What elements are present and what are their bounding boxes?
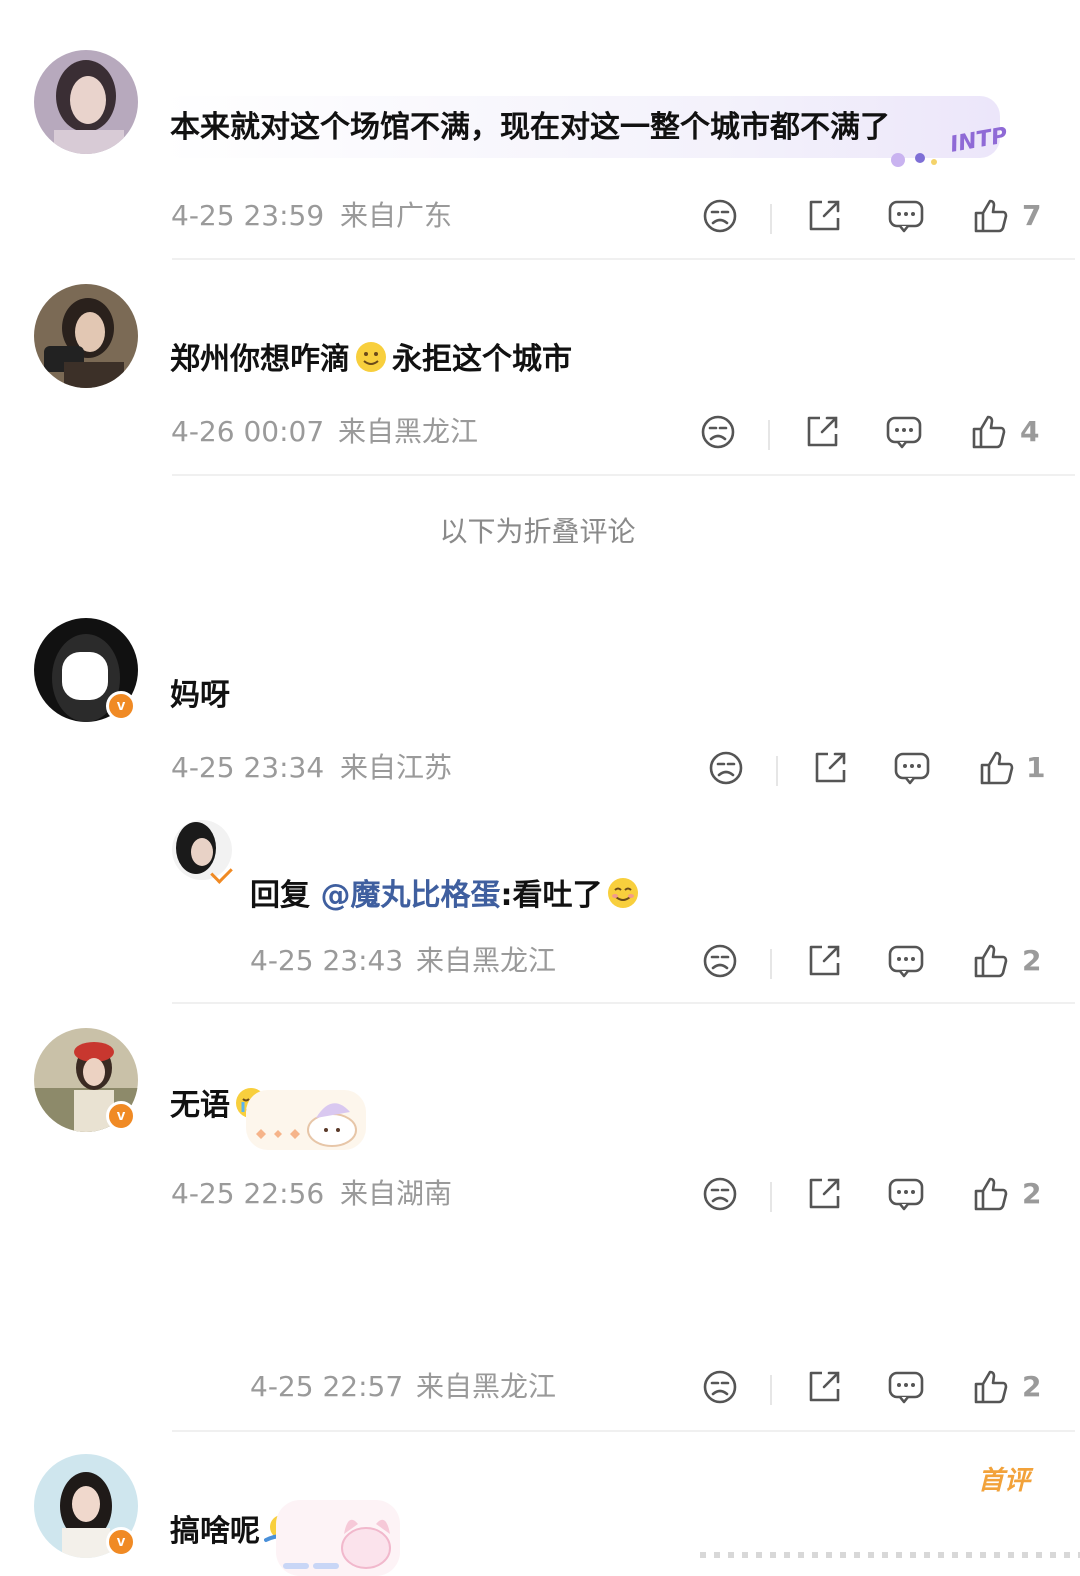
- action-bar: 4: [698, 412, 1043, 456]
- comment-time: 4-26 00:07: [171, 415, 325, 448]
- mention-link[interactable]: @魔丸比格蛋: [320, 878, 500, 913]
- like-icon[interactable]: [968, 412, 1008, 452]
- comment-location: 来自广东: [340, 199, 453, 232]
- separator: [770, 949, 772, 979]
- reply-location: 来自黑龙江: [416, 944, 557, 977]
- comment-time: 4-25 23:34: [171, 751, 325, 784]
- like-icon[interactable]: [970, 941, 1010, 981]
- comment-text: 妈呀: [170, 678, 230, 713]
- share-icon[interactable]: [804, 1367, 844, 1407]
- comment-icon[interactable]: [886, 1174, 926, 1214]
- comment-icon[interactable]: [886, 196, 926, 236]
- share-icon[interactable]: [804, 196, 844, 236]
- reply-time: 4-25 22:57: [250, 1370, 404, 1403]
- dislike-icon[interactable]: [700, 1367, 740, 1407]
- comment-text-part: 搞啥呢: [170, 1514, 260, 1549]
- smile-emoji-icon: [356, 342, 386, 372]
- comment-text: 郑州你想咋滴 永拒这个城市: [170, 340, 572, 380]
- cartoon-sticker-icon: [246, 1090, 366, 1150]
- first-comment-badge: 首评: [978, 1466, 1031, 1496]
- action-bar: 2: [700, 941, 1045, 985]
- like-count: 2: [1022, 1177, 1042, 1210]
- avatar[interactable]: [34, 50, 138, 154]
- separator: [770, 1375, 772, 1405]
- reply-body: :看吐了: [500, 878, 603, 913]
- comment-text-part: 无语: [170, 1088, 230, 1123]
- comment-location: 来自湖南: [340, 1177, 453, 1210]
- bottom-bar: [700, 1552, 1080, 1558]
- comment-icon[interactable]: [892, 748, 932, 788]
- divider: [172, 1002, 1075, 1004]
- comment-text-part: 永拒这个城市: [392, 342, 572, 377]
- comment-time: 4-25 22:56: [171, 1177, 325, 1210]
- folded-comments-notice[interactable]: 以下为折叠评论: [0, 514, 1075, 550]
- like-count: 2: [1022, 944, 1042, 977]
- action-bar: 2: [700, 1174, 1045, 1218]
- comment-text: 本来就对这个场馆不满，现在对这一整个城市都不满了: [170, 110, 890, 145]
- share-icon[interactable]: [802, 412, 842, 452]
- comment-time: 4-25 23:59: [171, 199, 325, 232]
- action-bar: 1: [706, 748, 1051, 792]
- dislike-icon[interactable]: [700, 941, 740, 981]
- like-icon[interactable]: [970, 196, 1010, 236]
- comment-icon[interactable]: [886, 1367, 926, 1407]
- reply-time: 4-25 23:43: [250, 944, 404, 977]
- comment-icon[interactable]: [886, 941, 926, 981]
- like-count: 2: [1022, 1370, 1042, 1403]
- reply-text: 回复 @魔丸比格蛋:看吐了: [250, 876, 640, 916]
- verified-badge: v: [106, 691, 136, 721]
- share-icon[interactable]: [804, 941, 844, 981]
- like-icon[interactable]: [976, 748, 1016, 788]
- cartoon-sticker-icon: [276, 1500, 400, 1576]
- separator: [776, 756, 778, 786]
- action-bar: 2: [700, 1367, 1045, 1411]
- comment-text-part: 郑州你想咋滴: [170, 342, 350, 377]
- share-icon[interactable]: [804, 1174, 844, 1214]
- comment-location: 来自黑龙江: [338, 415, 479, 448]
- reply-location: 来自黑龙江: [416, 1370, 557, 1403]
- comment-location: 来自江苏: [340, 751, 453, 784]
- reply-prefix: 回复: [250, 878, 310, 913]
- share-icon[interactable]: [810, 748, 850, 788]
- dislike-icon[interactable]: [698, 412, 738, 452]
- separator: [770, 204, 772, 234]
- dislike-icon[interactable]: [700, 1174, 740, 1214]
- smile-emoji-icon: [608, 878, 639, 908]
- verified-badge: v: [106, 1527, 136, 1557]
- divider: [172, 1430, 1075, 1432]
- separator: [770, 1182, 772, 1212]
- verified-badge: v: [106, 1101, 136, 1131]
- like-count: 7: [1022, 199, 1042, 232]
- divider: [172, 474, 1075, 476]
- like-count: 1: [1026, 751, 1046, 784]
- separator: [768, 420, 770, 450]
- sparkle-icon: [891, 153, 937, 167]
- comment-icon[interactable]: [884, 412, 924, 452]
- action-bar: 7: [700, 196, 1045, 240]
- like-icon[interactable]: [970, 1367, 1010, 1407]
- like-count: 4: [1020, 415, 1040, 448]
- like-icon[interactable]: [970, 1174, 1010, 1214]
- dislike-icon[interactable]: [700, 196, 740, 236]
- avatar[interactable]: [34, 284, 138, 388]
- dislike-icon[interactable]: [706, 748, 746, 788]
- divider: [172, 258, 1075, 260]
